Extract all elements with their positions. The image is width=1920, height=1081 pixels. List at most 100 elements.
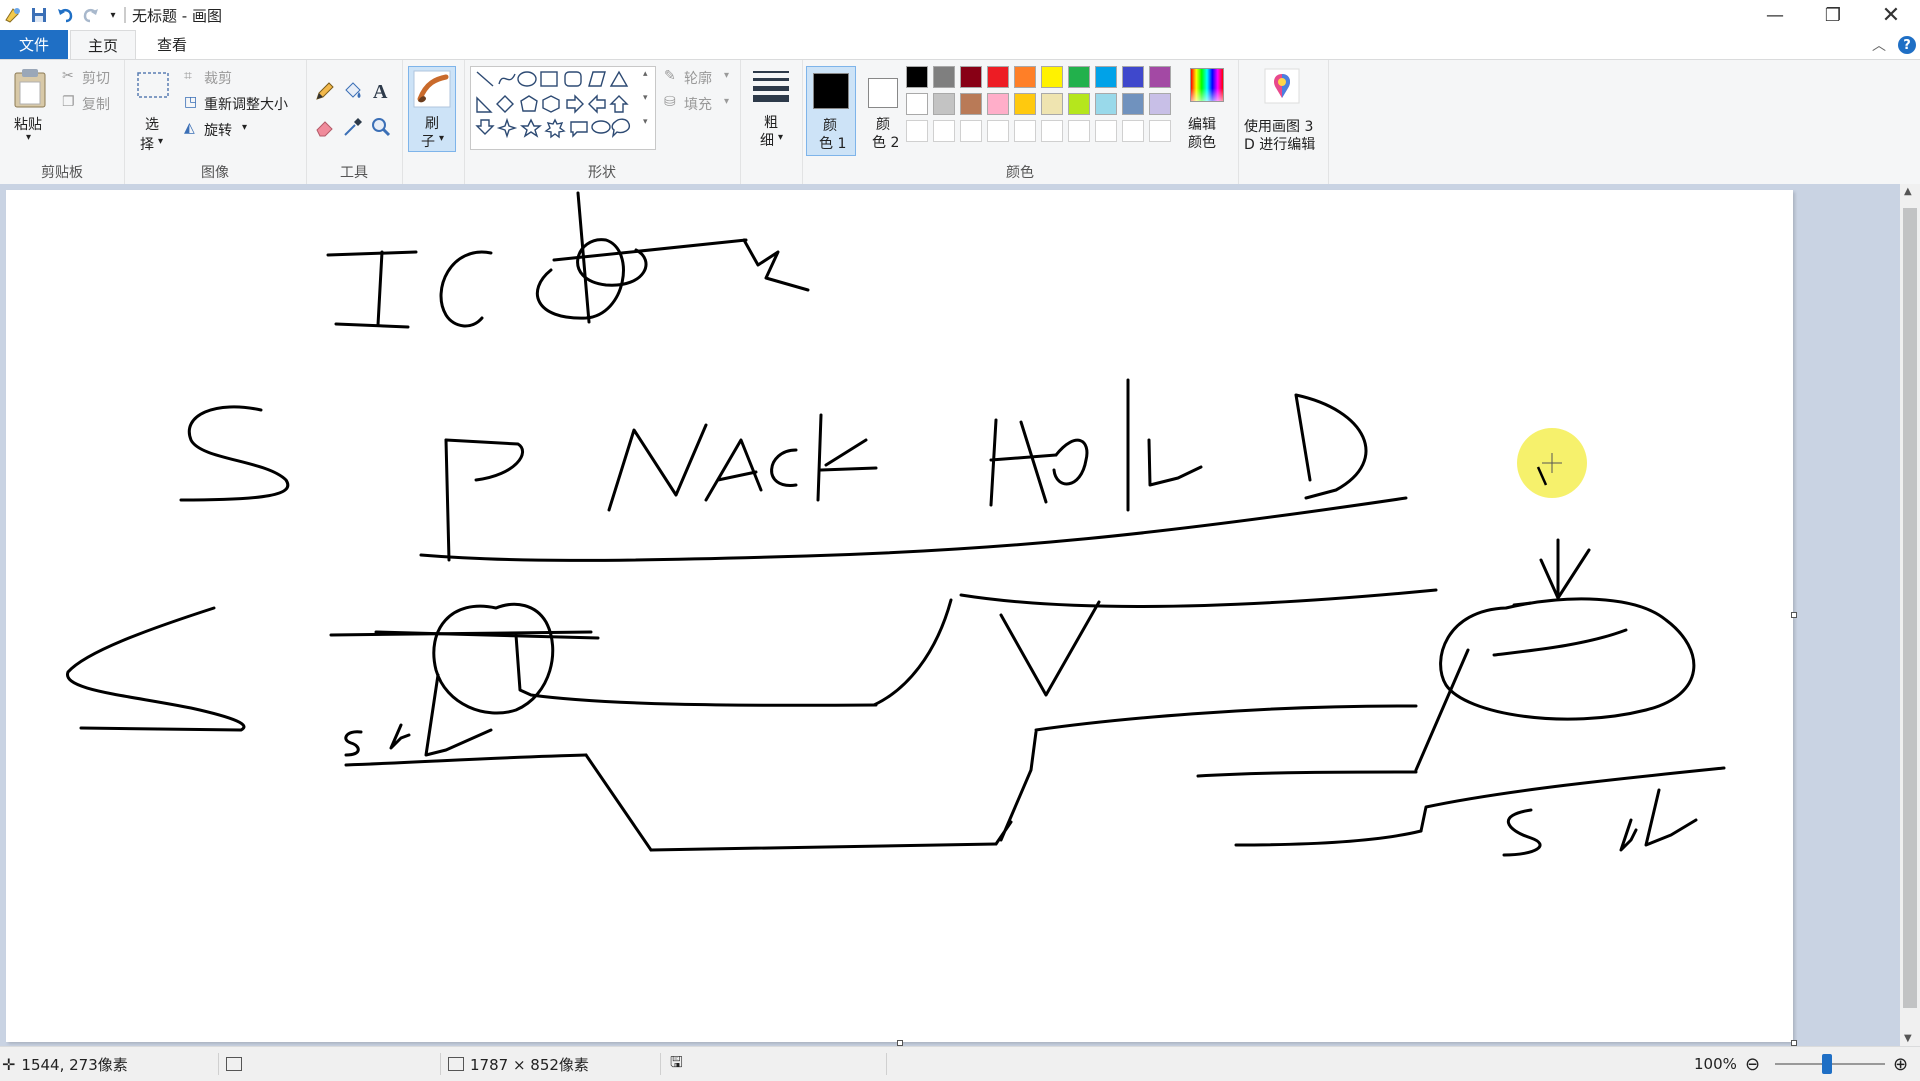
resize-handle-right[interactable] — [1791, 612, 1797, 618]
palette-swatch[interactable] — [1041, 66, 1063, 88]
zoom-slider-thumb[interactable] — [1822, 1054, 1832, 1074]
stroke-a — [704, 438, 763, 502]
cut-button[interactable]: ✂ 剪切 — [62, 68, 122, 88]
eraser-icon[interactable] — [314, 116, 336, 138]
stroke-c — [770, 448, 798, 487]
text-icon[interactable]: A — [370, 80, 392, 102]
pencil-icon[interactable] — [314, 80, 336, 102]
palette-swatch[interactable] — [987, 66, 1009, 88]
shapes-scroll-up-icon[interactable]: ▴ — [643, 69, 648, 79]
undo-icon[interactable] — [54, 4, 76, 26]
outline-dropdown-icon: ▾ — [724, 70, 730, 81]
customize-qa-icon[interactable]: ▾ — [106, 4, 120, 26]
palette-swatch[interactable] — [960, 93, 982, 115]
palette-swatch-empty[interactable] — [1068, 120, 1090, 142]
palette-swatch-empty[interactable] — [1122, 120, 1144, 142]
select-button[interactable]: 选 择 ▾ — [134, 68, 170, 153]
brush-label-top: 刷 — [425, 116, 439, 132]
minimize-button[interactable]: — — [1746, 0, 1804, 30]
crop-icon: ⌗ — [184, 68, 192, 84]
tools-group-label: 工具 — [340, 165, 368, 181]
tab-file[interactable]: 文件 — [0, 30, 68, 59]
rotate-icon: ◭ — [184, 120, 195, 136]
brushes-button[interactable]: 刷 子 ▾ — [408, 66, 456, 152]
palette-swatch-empty[interactable] — [1014, 120, 1036, 142]
color2-button[interactable]: 颜 色 2 — [860, 66, 908, 156]
resize-label: 重新调整大小 — [204, 97, 288, 113]
palette-swatch[interactable] — [1149, 66, 1171, 88]
restore-button[interactable]: ❐ — [1804, 0, 1862, 30]
palette-swatch[interactable] — [1149, 93, 1171, 115]
paste-button[interactable]: 粘贴 ▾ — [8, 66, 52, 148]
save-icon[interactable] — [28, 4, 50, 26]
palette-swatch-empty[interactable] — [933, 120, 955, 142]
stroke-scl-rise — [994, 730, 1038, 846]
palette-swatch[interactable] — [1122, 93, 1144, 115]
palette-swatch-empty[interactable] — [1041, 120, 1063, 142]
zoom-in-icon[interactable]: ⊕ — [1893, 1047, 1908, 1081]
palette-swatch-empty[interactable] — [906, 120, 928, 142]
shapes-scroll-down-icon[interactable]: ▾ — [643, 93, 648, 103]
color1-label-top: 颜 — [823, 118, 837, 134]
vertical-scrollbar[interactable]: ▲ ▼ — [1900, 184, 1920, 1046]
palette-swatch[interactable] — [906, 66, 928, 88]
tab-home[interactable]: 主页 — [70, 30, 136, 59]
stroke-scl-l — [424, 673, 493, 757]
palette-swatch[interactable] — [933, 66, 955, 88]
palette-swatch[interactable] — [1014, 66, 1036, 88]
tab-view[interactable]: 查看 — [140, 30, 204, 59]
collapse-ribbon-icon[interactable]: ︿ — [1872, 35, 1886, 55]
crop-button[interactable]: ⌗ 裁剪 — [184, 68, 254, 88]
palette-swatch[interactable] — [987, 93, 1009, 115]
ribbon: 粘贴 ▾ ✂ 剪切 ❐ 复制 剪贴板 选 择 ▾ ⌗ 裁剪 ◳ 重新调整大小 ◭ — [0, 59, 1920, 185]
zoom-out-icon[interactable]: ⊖ — [1745, 1047, 1760, 1081]
size-button[interactable]: 粗 细 ▾ — [746, 66, 796, 152]
palette-swatch[interactable] — [1014, 93, 1036, 115]
palette-swatch[interactable] — [933, 93, 955, 115]
palette-swatch[interactable] — [1068, 66, 1090, 88]
palette-swatch-empty[interactable] — [987, 120, 1009, 142]
palette-swatch[interactable] — [1095, 66, 1117, 88]
magnifier-icon[interactable] — [370, 116, 392, 138]
palette-swatch[interactable] — [1041, 93, 1063, 115]
palette-swatch-empty[interactable] — [960, 120, 982, 142]
edit-with-paint3d-button[interactable]: 使用画图 3 D 进行编辑 — [1240, 66, 1326, 156]
color1-button[interactable]: 颜 色 1 — [806, 66, 856, 156]
image-group-label: 图像 — [201, 165, 229, 181]
stroke-scl-low — [344, 753, 588, 767]
palette-swatch[interactable] — [906, 93, 928, 115]
stroke-sda-right-low — [1196, 770, 1418, 778]
help-icon[interactable]: ? — [1898, 36, 1916, 54]
palette-swatch[interactable] — [1095, 93, 1117, 115]
redo-icon[interactable] — [80, 4, 102, 26]
shapes-expand-icon[interactable]: ▾ — [643, 117, 648, 127]
copy-button[interactable]: ❐ 复制 — [62, 94, 122, 114]
shapes-gallery[interactable]: ▴ ▾ ▾ — [470, 66, 656, 150]
color1-swatch — [813, 73, 849, 109]
scrollbar-thumb[interactable] — [1903, 208, 1917, 1008]
rotate-button[interactable]: ◭ 旋转 ▾ — [184, 120, 264, 140]
drawing-canvas[interactable] — [6, 190, 1797, 1046]
status-file: 🖫 — [670, 1047, 683, 1081]
freehand-drawing — [66, 191, 1726, 857]
palette-swatch[interactable] — [960, 66, 982, 88]
cut-label: 剪切 — [82, 71, 110, 87]
resize-button[interactable]: ◳ 重新调整大小 — [184, 94, 304, 114]
fill-bucket-icon[interactable] — [342, 80, 364, 102]
close-button[interactable]: ✕ — [1862, 0, 1920, 30]
color-picker-icon[interactable] — [342, 116, 364, 138]
outline-button[interactable]: ✎ 轮廓 ▾ — [664, 68, 738, 88]
palette-swatch[interactable] — [1068, 93, 1090, 115]
status-separator — [440, 1053, 441, 1075]
size-label-top: 粗 — [764, 115, 778, 131]
palette-swatch-empty[interactable] — [1149, 120, 1171, 142]
palette-swatch-empty[interactable] — [1095, 120, 1117, 142]
group-tools: A 工具 — [306, 60, 403, 184]
paint-app-icon — [2, 4, 24, 26]
scroll-down-icon[interactable]: ▼ — [1904, 1033, 1912, 1044]
scroll-up-icon[interactable]: ▲ — [1904, 186, 1912, 197]
edit-colors-button[interactable]: 编辑 颜色 — [1182, 66, 1236, 156]
fill-button[interactable]: ⛁ 填充 ▾ — [664, 94, 738, 114]
palette-swatch[interactable] — [1122, 66, 1144, 88]
stroke-iic-i1-bottom — [334, 322, 410, 329]
